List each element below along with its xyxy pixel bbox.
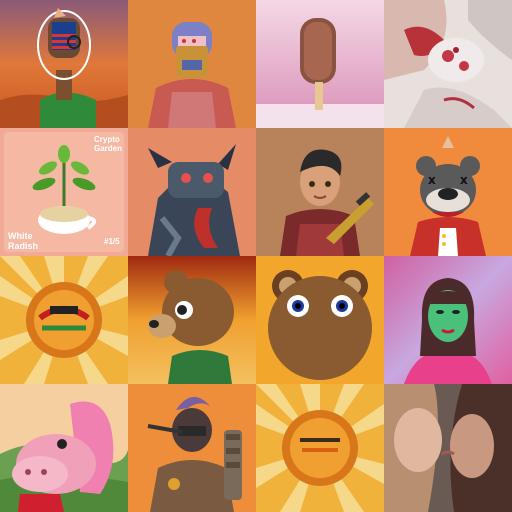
blood-stained-photo-image — [384, 0, 512, 128]
svg-text:x: x — [460, 173, 468, 187]
brand-line-1: Crypto — [94, 135, 120, 144]
tile-dragon-robot[interactable] — [128, 128, 256, 256]
svg-text:x: x — [428, 173, 436, 187]
green-woman-portrait-image — [384, 256, 512, 384]
armored-warrior-image — [128, 384, 256, 512]
item-name-line-1: White — [8, 231, 33, 241]
tile-bear-head-profile[interactable] — [128, 256, 256, 384]
tile-ice-cream-bar[interactable] — [256, 0, 384, 128]
tile-ape-with-flag-helmet[interactable] — [0, 0, 128, 128]
helmeted-figure-image — [128, 0, 256, 128]
pink-hippo-image — [0, 384, 128, 512]
sunburst-badge-1-image — [0, 256, 128, 384]
dragon-robot-image — [128, 128, 256, 256]
ice-cream-bar-image — [256, 0, 384, 128]
tile-boy-with-rifle[interactable] — [256, 128, 384, 256]
ape-with-flag-helmet-image — [0, 0, 128, 128]
two-women-photo-image — [384, 384, 512, 512]
tile-bear-face-front[interactable] — [256, 256, 384, 384]
tile-two-women-photo[interactable] — [384, 384, 512, 512]
tile-helmeted-figure[interactable] — [128, 0, 256, 128]
boy-with-rifle-image — [256, 128, 384, 256]
tile-blood-stained-photo[interactable] — [384, 0, 512, 128]
bear-head-profile-image — [128, 256, 256, 384]
tile-armored-warrior[interactable] — [128, 384, 256, 512]
bear-face-front-image — [256, 256, 384, 384]
brand-line-2: Garden — [94, 144, 123, 153]
edition-number: #1/5 — [104, 237, 120, 246]
sunburst-badge-2-image — [256, 384, 384, 512]
tile-cartoon-rat-with-cape[interactable]: x x — [384, 128, 512, 256]
tile-green-woman-portrait[interactable] — [384, 256, 512, 384]
cartoon-rat-with-cape-image: x x — [384, 128, 512, 256]
tile-crypto-garden-card[interactable]: Crypto Garden White Radish #1/5 — [0, 128, 128, 256]
tile-sunburst-badge-2[interactable] — [256, 384, 384, 512]
image-grid: Crypto Garden White Radish #1/5 x x — [0, 0, 512, 512]
item-name-line-2: Radish — [8, 241, 39, 251]
tile-sunburst-badge-1[interactable] — [0, 256, 128, 384]
tile-pink-hippo[interactable] — [0, 384, 128, 512]
